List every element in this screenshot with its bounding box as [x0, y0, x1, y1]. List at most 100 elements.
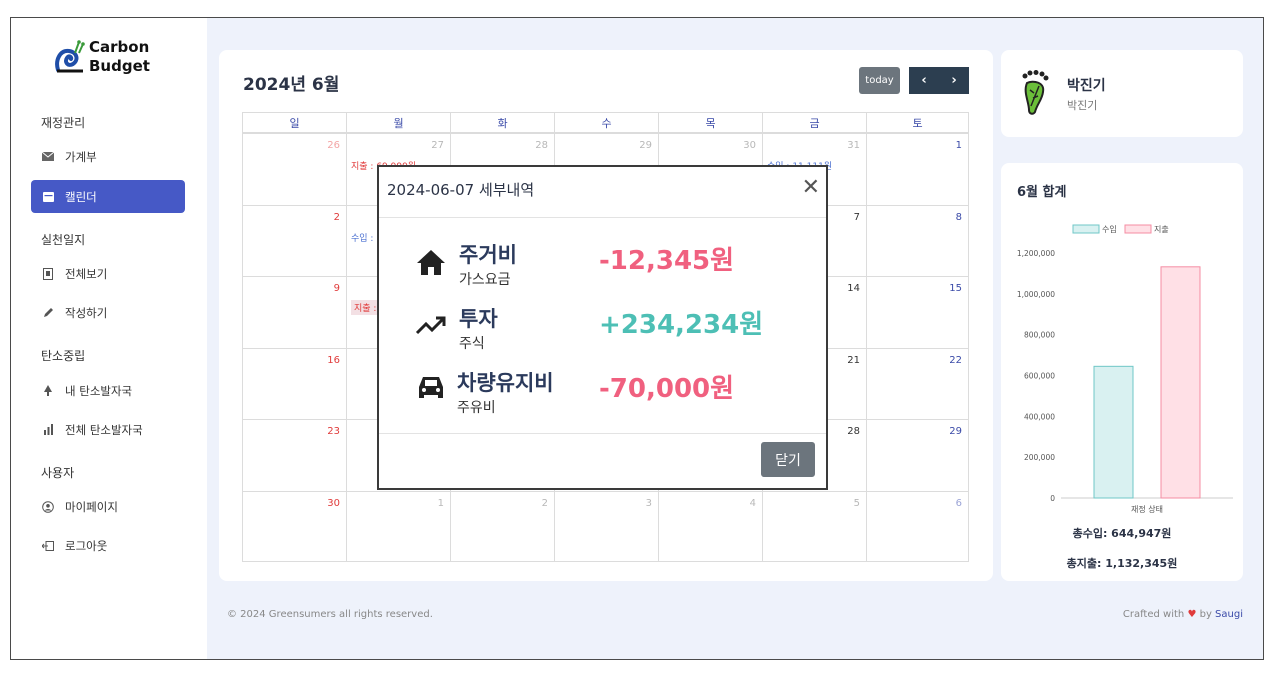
day-number: 9 [333, 283, 340, 294]
summary-card: 6월 합계 0 200,000 400,000 600,000 800,000 1,000… [1001, 163, 1243, 581]
sidebar-item-my-footprint[interactable]: 내 탄소발자국 [31, 374, 185, 407]
day-number: 15 [949, 283, 962, 294]
calendar-day-cell[interactable]: 2 [450, 490, 554, 562]
day-number: 26 [327, 140, 340, 151]
day-number: 1 [437, 497, 444, 509]
home-icon [417, 250, 445, 275]
day-number: 31 [847, 140, 860, 151]
calendar-icon [41, 190, 55, 204]
calendar-day-cell[interactable]: 26 [242, 133, 346, 205]
legend-label: 지출 [1154, 224, 1169, 234]
logo-line-2: Budget [89, 57, 150, 75]
day-number: 2 [333, 211, 340, 223]
footer-credit: Crafted with ♥ by Saugi [1123, 609, 1243, 620]
sidebar-item-label: 캘린더 [65, 189, 97, 204]
chevron-right-icon: › [951, 73, 957, 88]
calendar-day-cell[interactable]: 23 [242, 419, 346, 491]
footer-author-link[interactable]: Saugi [1215, 609, 1243, 620]
day-number: 30 [743, 140, 756, 151]
logo-text: Carbon Budget [89, 38, 150, 76]
detail-modal: 2024-06-07 세부내역 ✕ 주거비 가스요금 -12,345원 투자 주… [377, 165, 828, 490]
calendar-event[interactable]: 수입 : [351, 231, 373, 244]
calendar-day-cell[interactable]: 5 [762, 490, 866, 562]
section-label-carbon: 탄소중립 [41, 349, 86, 363]
chevron-left-icon: ‹ [921, 73, 927, 88]
calendar-day-cell[interactable]: 9 [242, 276, 346, 348]
calendar-day-cell[interactable]: 2 [242, 204, 346, 276]
day-number: 2 [541, 497, 548, 509]
legend-swatch [1072, 224, 1100, 234]
logo[interactable]: Carbon Budget [55, 38, 150, 76]
calendar-day-cell[interactable]: 30 [242, 490, 346, 562]
bar-expense [1160, 266, 1201, 499]
y-tick-label: 1,000,000 [1017, 290, 1055, 299]
sidebar-item-logout[interactable]: 로그아웃 [31, 529, 185, 562]
day-number: 1 [955, 140, 962, 151]
weekday-header: 토 [866, 112, 969, 133]
day-number: 23 [327, 426, 340, 437]
day-number: 6 [955, 497, 962, 509]
today-button[interactable]: today [859, 67, 900, 94]
weekday-header: 수 [554, 112, 658, 133]
legend-swatch [1124, 224, 1152, 234]
sidebar-item-view-all[interactable]: 전체보기 [31, 257, 185, 290]
day-number: 28 [847, 426, 860, 437]
modal-row-sub: 가스요금 [459, 272, 511, 288]
document-icon [41, 267, 55, 281]
envelope-icon [41, 150, 55, 164]
y-tick-label: 1,200,000 [1017, 249, 1055, 258]
calendar-day-cell[interactable]: 22 [866, 347, 969, 419]
sidebar-item-label: 마이페이지 [65, 499, 118, 514]
close-icon[interactable]: ✕ [802, 175, 820, 200]
sidebar-item-ledger[interactable]: 가계부 [31, 140, 185, 173]
footer-crafted-text: Crafted with [1122, 609, 1185, 620]
footer-by-text: by [1199, 609, 1212, 620]
calendar-day-cell[interactable]: 29 [866, 419, 969, 491]
profile-subtitle: 박진기 [1067, 99, 1098, 112]
close-button[interactable]: 닫기 [761, 442, 815, 477]
calendar-event[interactable]: 지출 : [351, 300, 380, 315]
calendar-day-cell[interactable]: 8 [866, 204, 969, 276]
calendar-day-cell[interactable]: 1 [346, 490, 450, 562]
calendar-day-cell[interactable]: 4 [658, 490, 762, 562]
modal-footer [379, 433, 826, 434]
day-number: 21 [847, 354, 860, 366]
total-income: 총수입: 644,947원 [1072, 527, 1172, 540]
calendar-day-cell[interactable]: 16 [242, 347, 346, 419]
user-circle-icon [41, 500, 55, 514]
logo-line-1: Carbon [89, 38, 150, 56]
day-number: 29 [639, 140, 652, 151]
day-number: 16 [327, 354, 340, 366]
sidebar-item-write[interactable]: 작성하기 [31, 296, 185, 329]
sidebar-item-mypage[interactable]: 마이페이지 [31, 490, 185, 523]
section-label-finance: 재정관리 [41, 116, 86, 130]
day-number: 4 [749, 497, 756, 509]
y-tick-label: 600,000 [1024, 372, 1055, 381]
calendar-day-cell[interactable]: 1 [866, 133, 969, 205]
sidebar-item-label: 전체 탄소발자국 [65, 422, 143, 437]
section-label-user: 사용자 [41, 466, 75, 480]
modal-row-category: 주거비 [459, 243, 517, 267]
y-tick-label: 0 [1050, 494, 1055, 503]
day-number: 5 [853, 497, 860, 509]
prev-month-button[interactable]: ‹ [909, 67, 939, 94]
weekday-header: 목 [658, 112, 762, 133]
calendar-title: 2024년 6월 [243, 75, 340, 95]
footprint-icon [1022, 70, 1049, 115]
sidebar-item-all-footprint[interactable]: 전체 탄소발자국 [31, 413, 185, 446]
modal-header: 2024-06-07 세부내역 ✕ [379, 167, 826, 218]
heart-icon: ♥ [1187, 609, 1197, 620]
calendar-day-cell[interactable]: 15 [866, 276, 969, 348]
pencil-icon [41, 306, 55, 320]
modal-row-amount: -12,345원 [599, 246, 735, 276]
trending-up-icon [415, 316, 446, 335]
sidebar-item-calendar[interactable]: 캘린더 [31, 180, 185, 213]
modal-row-amount: -70,000원 [599, 374, 735, 404]
weekday-header: 월 [346, 112, 450, 133]
sidebar-item-label: 가계부 [65, 149, 97, 164]
weekday-header: 금 [762, 112, 866, 133]
next-month-button[interactable]: › [939, 67, 969, 94]
logout-icon [41, 539, 55, 553]
calendar-day-cell[interactable]: 6 [866, 490, 969, 562]
calendar-day-cell[interactable]: 3 [554, 490, 658, 562]
